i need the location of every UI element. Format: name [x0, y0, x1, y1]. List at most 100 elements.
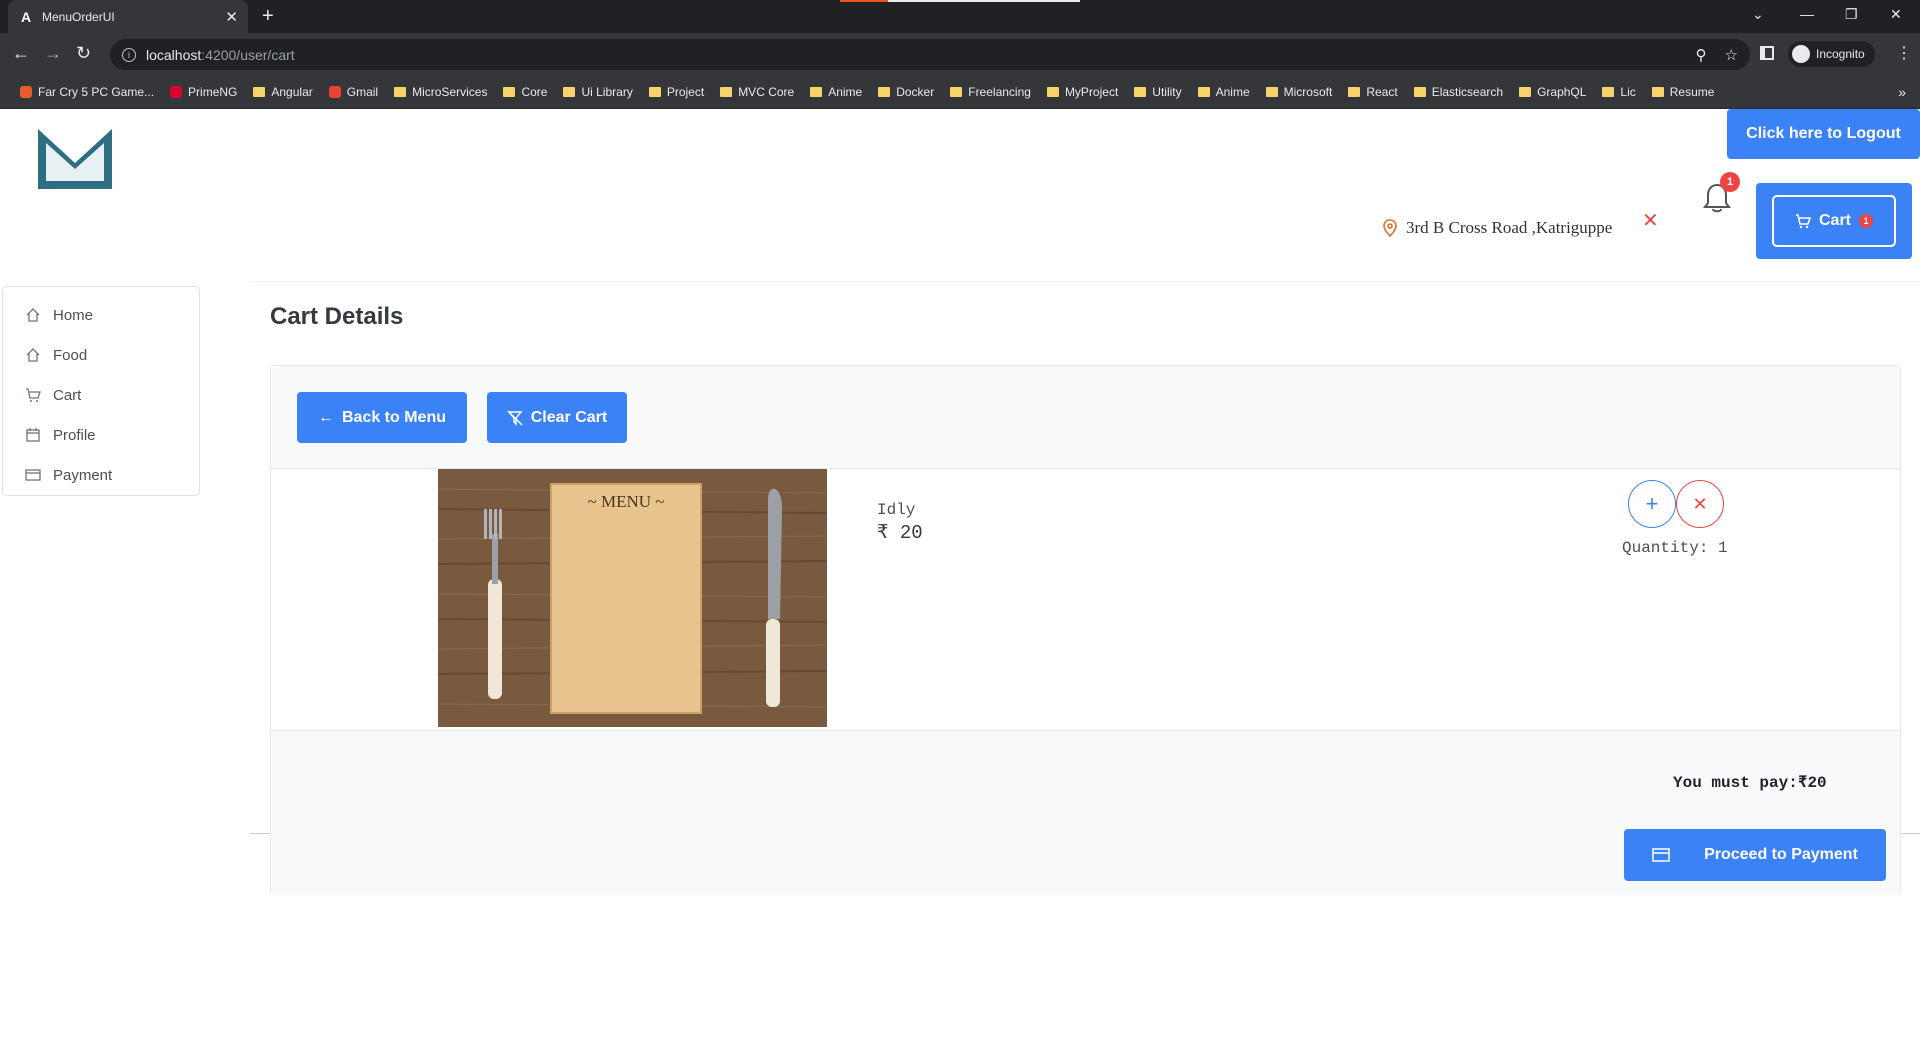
bookmark-label: MyProject — [1064, 85, 1119, 99]
more-bookmarks-icon[interactable]: » — [1898, 84, 1906, 100]
bookmark-item[interactable]: Far Cry 5 PC Game... — [12, 85, 162, 99]
sidebar-item-payment[interactable]: Payment — [3, 455, 199, 495]
cart-icon — [1795, 214, 1811, 229]
cart-toolbar: ← Back to Menu Clear Cart — [271, 366, 1900, 469]
back-to-menu-button[interactable]: ← Back to Menu — [297, 392, 467, 443]
calendar-icon — [26, 428, 40, 442]
bookmark-item[interactable]: Gmail — [321, 85, 386, 99]
increase-quantity-button[interactable]: + — [1628, 480, 1676, 528]
bookmark-label: React — [1366, 85, 1398, 99]
sidebar-item-home[interactable]: Home — [3, 295, 199, 335]
bookmark-item[interactable]: PrimeNG — [162, 85, 245, 99]
tab-title: MenuOrderUI — [42, 9, 115, 24]
clear-cart-button[interactable]: Clear Cart — [487, 392, 627, 443]
sidebar-item-label: Payment — [53, 466, 113, 484]
sidebar-item-profile[interactable]: Profile — [3, 415, 199, 455]
proceed-to-payment-label: Proceed to Payment — [1704, 846, 1858, 863]
sidebar-item-food[interactable]: Food — [3, 335, 199, 375]
sidebar-item-label: Cart — [53, 386, 82, 404]
bookmark-label: Freelancing — [968, 85, 1031, 99]
location-pin-icon[interactable]: ⚲ — [1696, 46, 1707, 64]
back-icon[interactable]: ← — [12, 43, 30, 64]
arrow-left-icon: ← — [317, 408, 334, 426]
bookmark-item[interactable]: Angular — [245, 85, 320, 99]
bookmark-item[interactable]: Core — [495, 85, 555, 99]
folder-icon — [1134, 87, 1147, 97]
loading-bar — [840, 0, 1080, 2]
bookmark-star-icon[interactable]: ☆ — [1725, 46, 1738, 64]
folder-icon — [394, 87, 407, 97]
new-tab-icon[interactable]: + — [262, 5, 274, 28]
bookmark-item[interactable]: Freelancing — [942, 85, 1039, 99]
item-quantity: Quantity: 1 — [1622, 539, 1728, 557]
bookmark-item[interactable]: GraphQL — [1511, 85, 1594, 99]
bookmark-item[interactable]: Anime — [1190, 85, 1258, 99]
bookmark-label: Ui Library — [581, 85, 633, 99]
proceed-to-payment-button[interactable]: Proceed to Payment — [1624, 829, 1886, 881]
total-amount: You must pay:₹20 — [1673, 774, 1827, 792]
bookmark-item[interactable]: Project — [641, 85, 712, 99]
forward-icon[interactable]: → — [44, 43, 62, 64]
bookmark-item[interactable]: MVC Core — [712, 85, 802, 99]
restore-icon[interactable]: ❐ — [1845, 6, 1858, 23]
tab-close-icon[interactable]: ✕ — [225, 8, 238, 26]
app-root: Click here to Logout 3rd B Cross Road ,K… — [0, 109, 1920, 1038]
minimize-icon[interactable]: — — [1800, 6, 1814, 22]
site-info-icon[interactable]: i — [122, 47, 136, 62]
primeng-icon — [170, 86, 183, 98]
bookmark-label: Gmail — [346, 85, 379, 99]
incognito-badge[interactable]: Incognito — [1788, 41, 1875, 67]
folder-icon — [720, 87, 733, 97]
bookmark-item[interactable]: MyProject — [1039, 85, 1126, 99]
gmail-icon — [328, 86, 341, 98]
credit-card-icon — [1652, 848, 1670, 862]
bookmark-label: Far Cry 5 PC Game... — [38, 85, 155, 99]
sidebar-item-cart[interactable]: Cart — [3, 375, 199, 415]
logout-button[interactable]: Click here to Logout — [1727, 109, 1920, 159]
side-panel-icon[interactable] — [1760, 46, 1774, 60]
folder-icon — [1265, 87, 1278, 97]
cart-icon — [26, 388, 41, 402]
bookmark-item[interactable]: Docker — [870, 85, 942, 99]
app-logo-icon — [38, 129, 112, 189]
bookmark-label: Project — [666, 85, 705, 99]
remove-item-button[interactable]: ✕ — [1676, 480, 1724, 528]
address-bar[interactable]: i localhost:4200/user/cart ⚲ ☆ — [110, 39, 1750, 70]
bookmark-item[interactable]: Anime — [802, 85, 870, 99]
cart-card: ← Back to Menu Clear Cart ~ MENU ~ Idly … — [270, 365, 1901, 895]
folder-icon — [1197, 87, 1210, 97]
bookmark-item[interactable]: Resume — [1644, 85, 1723, 99]
reload-icon[interactable]: ↻ — [76, 43, 91, 64]
side-menu: Home Food Cart Profile Payment — [2, 286, 200, 496]
bookmark-item[interactable]: Ui Library — [555, 85, 640, 99]
close-icon: ✕ — [1692, 493, 1708, 514]
filter-slash-icon — [507, 410, 523, 426]
bookmark-label: Docker — [896, 85, 935, 99]
bookmark-item[interactable]: Microsoft — [1258, 85, 1341, 99]
bookmark-item[interactable]: Utility — [1126, 85, 1189, 99]
bookmark-item[interactable]: MicroServices — [386, 85, 495, 99]
close-window-icon[interactable]: ✕ — [1890, 6, 1902, 23]
sidebar-item-label: Home — [53, 306, 94, 324]
folder-icon — [648, 87, 661, 97]
more-menu-icon[interactable]: ⋮ — [1896, 43, 1912, 63]
clear-location-icon[interactable]: ✕ — [1642, 208, 1659, 233]
credit-card-icon — [25, 469, 41, 481]
menu-image-text: ~ MENU ~ — [588, 492, 665, 511]
menu-food-image: ~ MENU ~ — [438, 469, 827, 727]
item-price: ₹ 20 — [877, 522, 923, 544]
bookmark-item[interactable]: Elasticsearch — [1406, 85, 1511, 99]
cart-button-wrapper: Cart 1 — [1756, 183, 1912, 259]
browser-tab[interactable]: A MenuOrderUI ✕ — [8, 0, 248, 33]
delivery-location[interactable]: 3rd B Cross Road ,Katriguppe — [1382, 218, 1612, 238]
bookmark-item[interactable]: Lic — [1594, 85, 1643, 99]
folder-icon — [253, 87, 266, 97]
bookmark-item[interactable]: React — [1340, 85, 1405, 99]
folder-icon — [1519, 87, 1532, 97]
header-cart-button[interactable]: Cart 1 — [1772, 195, 1896, 247]
url-path: :4200/user/cart — [201, 46, 295, 63]
tab-search-icon[interactable]: ⌄ — [1752, 6, 1764, 23]
bookmark-label: MicroServices — [412, 85, 488, 99]
folder-icon — [563, 87, 576, 97]
game-icon — [20, 86, 32, 98]
